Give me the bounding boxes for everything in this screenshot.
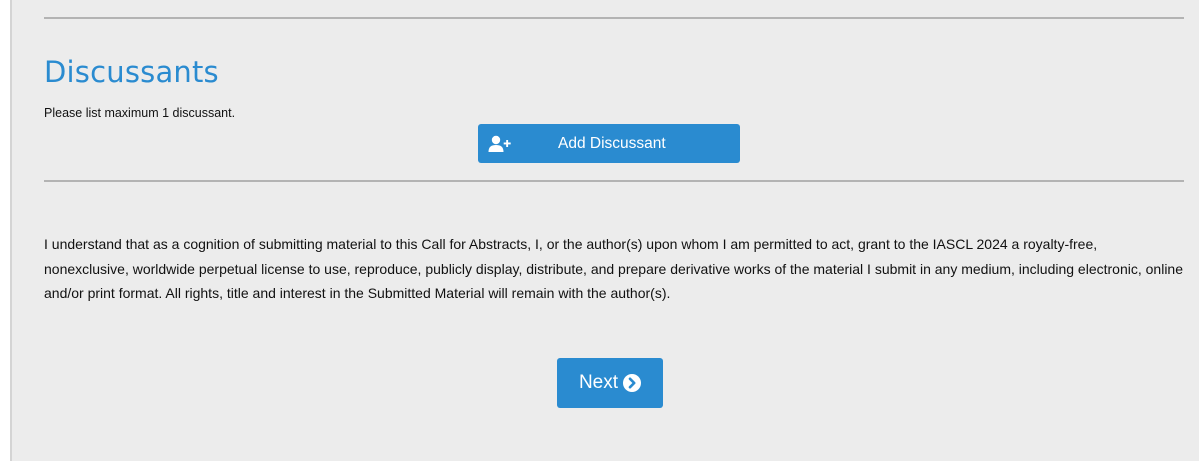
top-divider xyxy=(44,17,1184,19)
section-instructions: Please list maximum 1 discussant. xyxy=(44,106,236,120)
next-label: Next xyxy=(578,372,619,393)
middle-divider xyxy=(44,180,1184,182)
chevron-circle-right-icon xyxy=(623,374,642,392)
user-plus-icon xyxy=(488,135,511,152)
form-page: Discussants Please list maximum 1 discus… xyxy=(10,0,1199,461)
add-discussant-button[interactable]: Add Discussant xyxy=(478,124,740,163)
add-discussant-label: Add Discussant xyxy=(558,135,666,152)
section-title: Discussants xyxy=(44,55,219,89)
next-button[interactable]: Next xyxy=(557,358,663,408)
license-agreement-text: I understand that as a cognition of subm… xyxy=(44,236,1183,301)
